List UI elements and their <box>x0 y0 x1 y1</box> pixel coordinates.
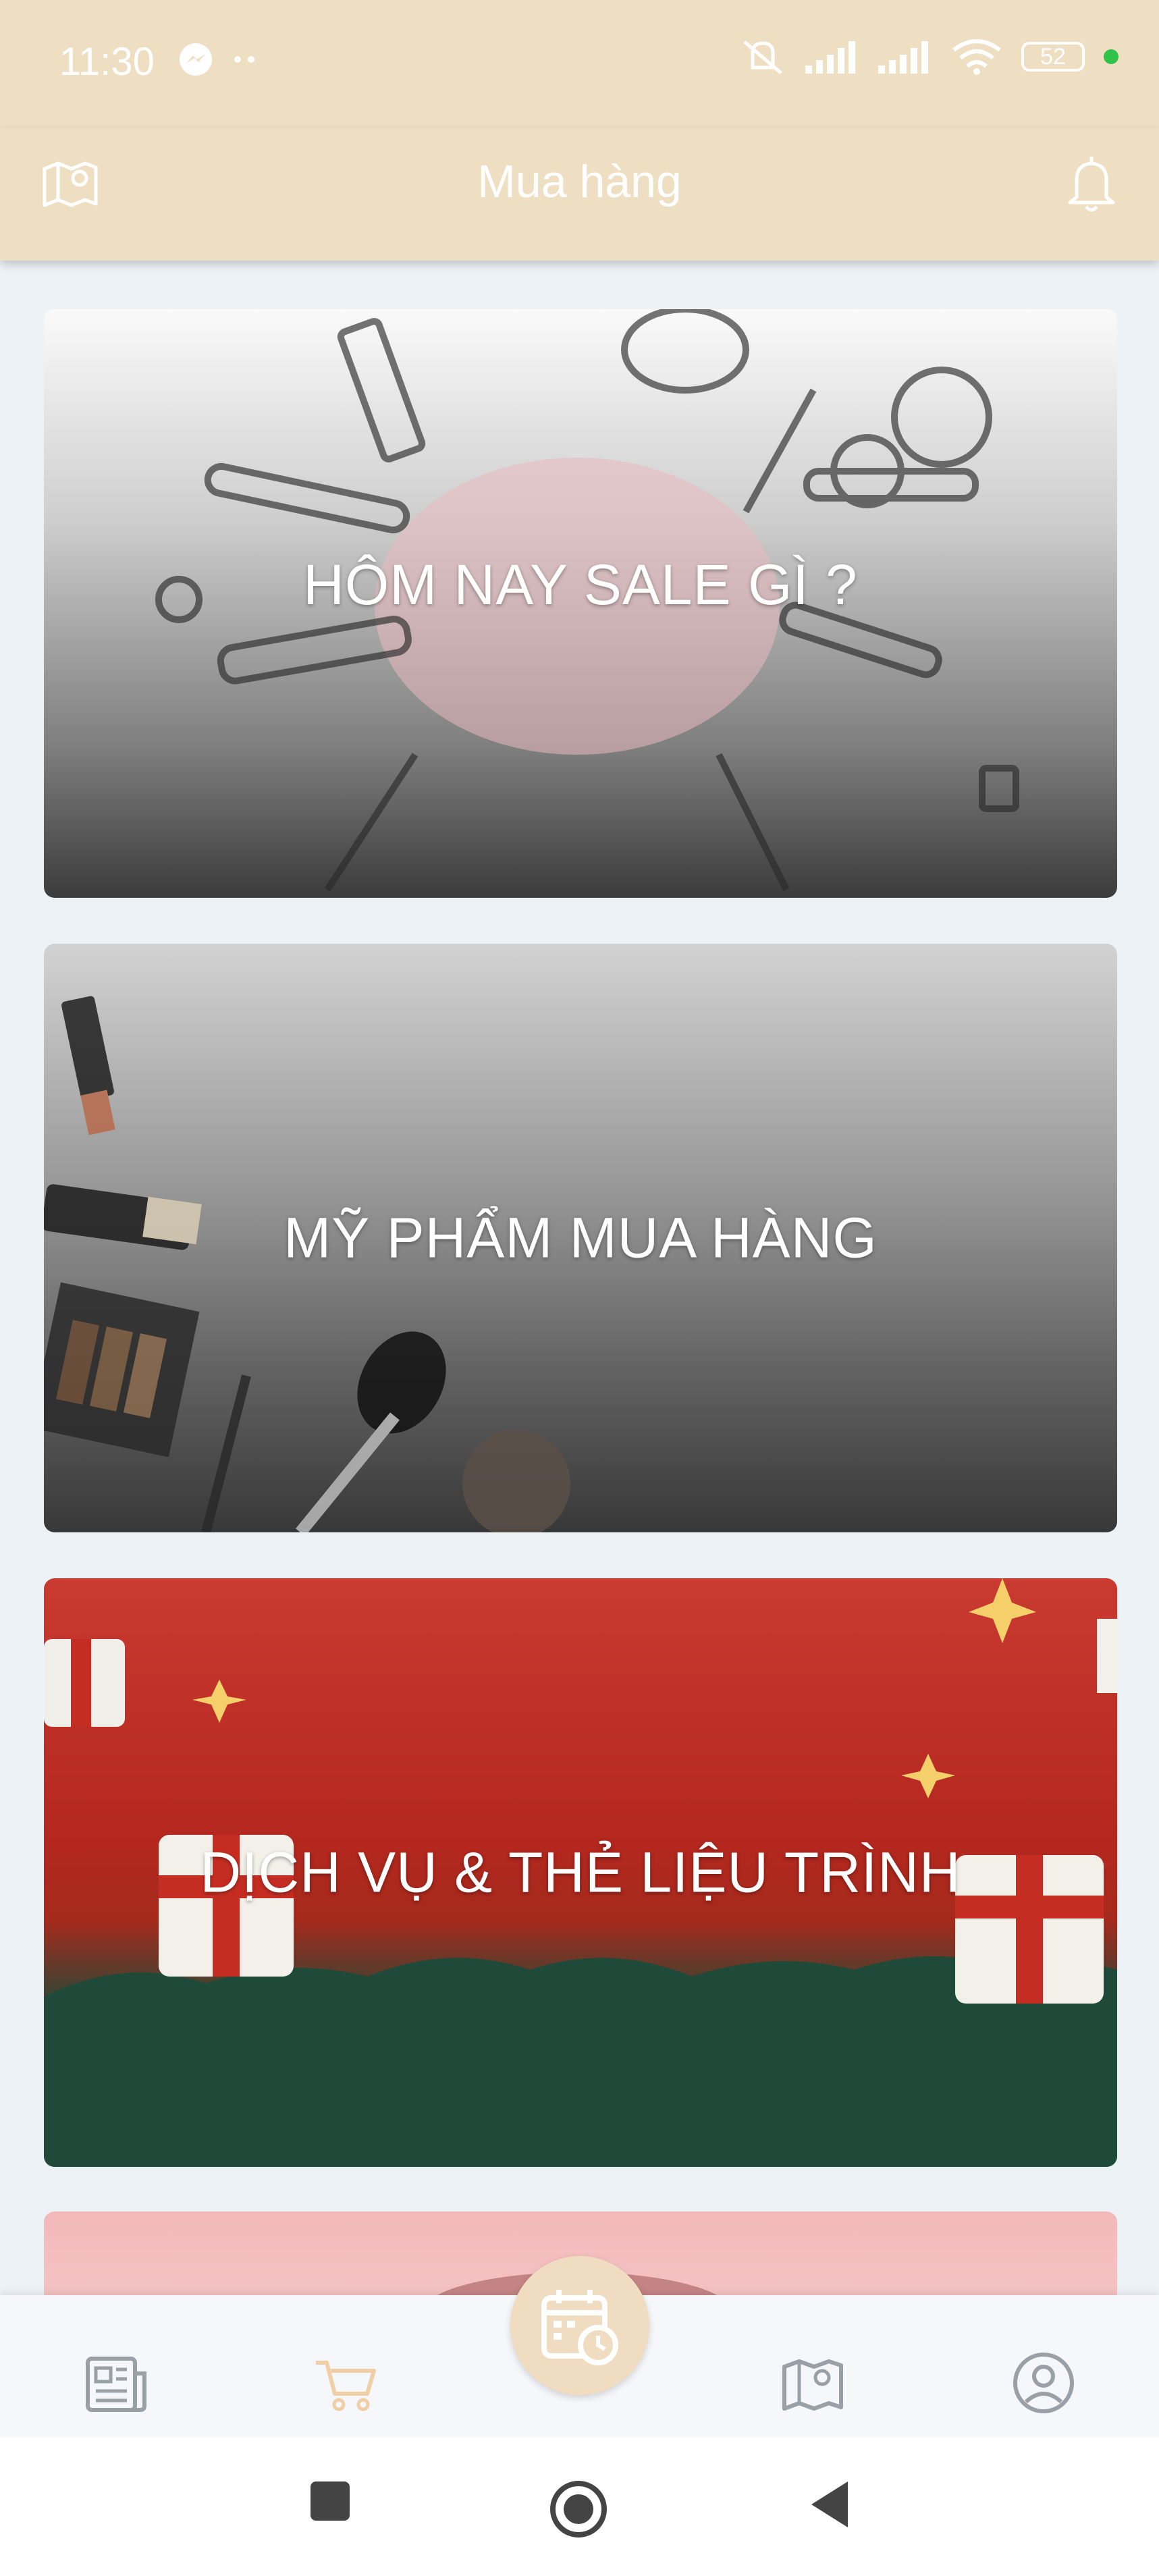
cosmetics-card[interactable]: MỸ PHẨM MUA HÀNG <box>44 944 1117 1532</box>
cart-icon[interactable] <box>312 2349 379 2417</box>
battery-level: 52 <box>1040 43 1066 70</box>
back-icon[interactable] <box>807 2479 852 2530</box>
status-right-icons: 52 <box>739 36 1118 77</box>
battery-indicator: 52 <box>1021 42 1085 72</box>
home-icon[interactable] <box>548 2479 609 2540</box>
bell-icon[interactable] <box>1059 151 1124 216</box>
system-navigation-bar <box>0 2437 1159 2576</box>
messenger-icon <box>180 43 212 76</box>
card-title: HÔM NAY SALE GÌ ? <box>303 553 858 616</box>
app-header: Mua hàng <box>0 128 1159 261</box>
status-bar: 11:30 52 <box>0 0 1159 128</box>
status-dot <box>1104 49 1118 64</box>
mute-icon <box>743 41 782 74</box>
services-card[interactable]: DỊCH VỤ & THẺ LIỆU TRÌNH <box>44 1578 1117 2167</box>
status-left-icons <box>177 41 259 78</box>
card-title: MỸ PHẨM MUA HÀNG <box>284 1206 878 1270</box>
signal-icon-1 <box>805 41 855 74</box>
status-time: 11:30 <box>59 40 155 84</box>
map-pin-icon[interactable] <box>779 2349 846 2417</box>
news-icon[interactable] <box>82 2349 150 2417</box>
card-title: DỊCH VỤ & THẺ LIỆU TRÌNH <box>200 1840 961 1904</box>
wifi-icon <box>952 39 1001 75</box>
sale-today-card[interactable]: HÔM NAY SALE GÌ ? <box>44 309 1117 898</box>
profile-icon[interactable] <box>1010 2349 1077 2417</box>
more-dots-icon <box>234 56 254 63</box>
page-title: Mua hàng <box>477 156 682 207</box>
calendar-clock-icon <box>541 2290 618 2365</box>
signal-icon-2 <box>878 41 928 74</box>
booking-calendar-button[interactable] <box>510 2256 649 2395</box>
recent-apps-icon[interactable] <box>308 2479 352 2523</box>
